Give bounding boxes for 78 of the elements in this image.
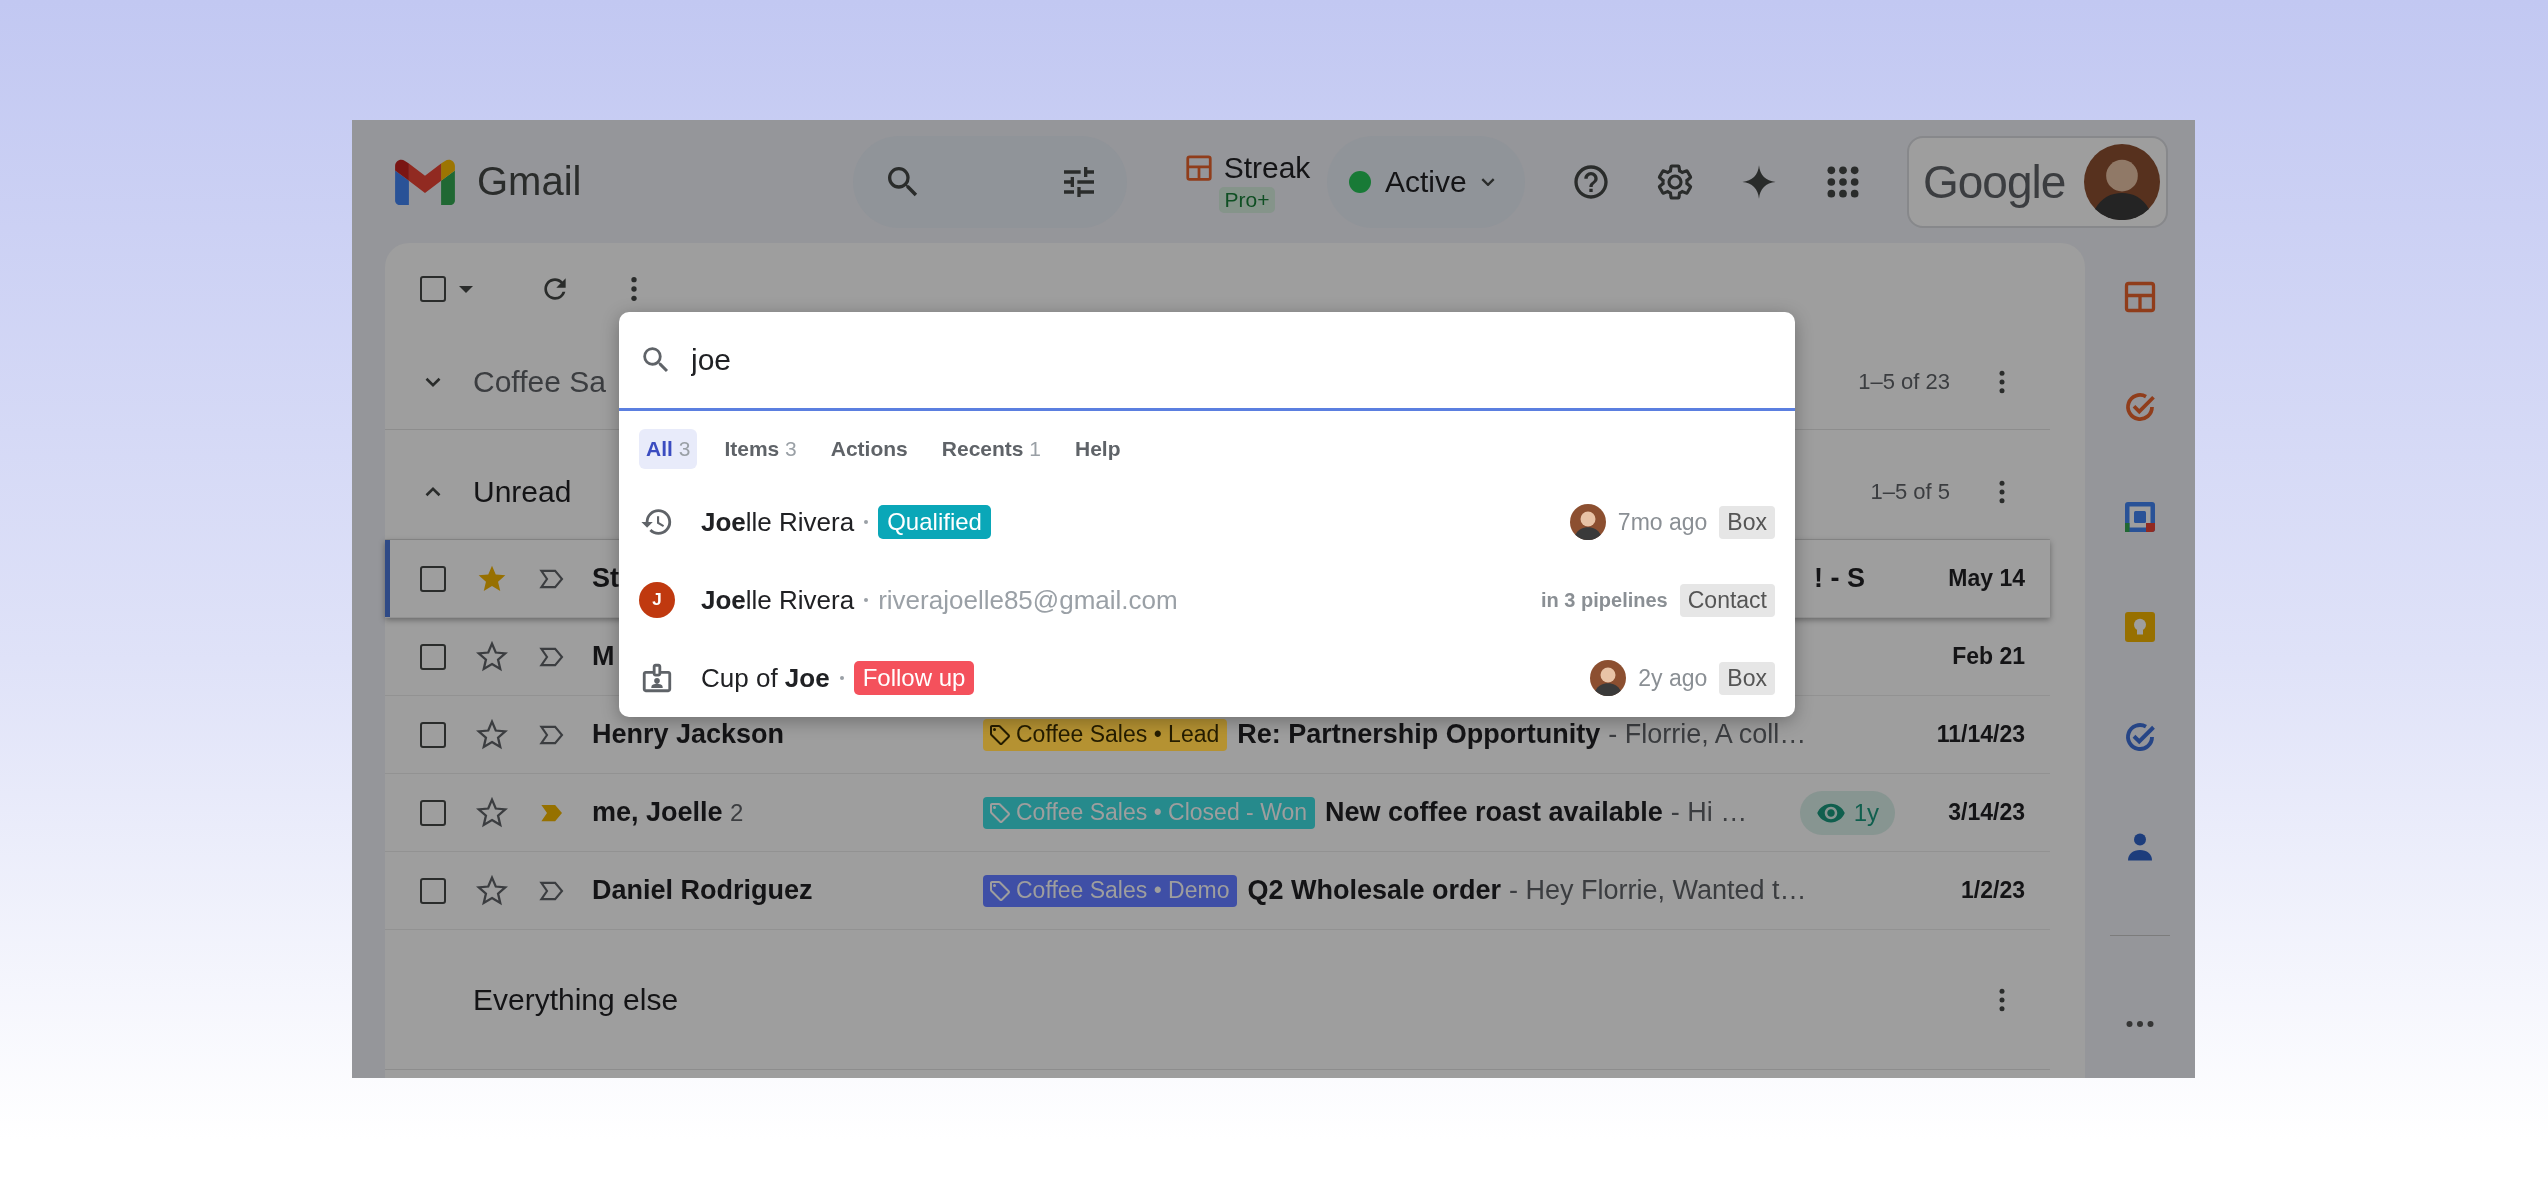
row-checkbox[interactable]	[420, 799, 446, 826]
page-count: 1–5 of 23	[1858, 369, 1950, 395]
select-checkbox[interactable]	[420, 276, 446, 302]
avatar-icon	[2084, 143, 2160, 220]
row-checkbox[interactable]	[420, 565, 446, 592]
email-date: 1/2/23	[1960, 877, 2025, 904]
status-button[interactable]: Active	[1327, 135, 1525, 228]
filter-tab[interactable]: Actions	[823, 429, 915, 469]
star-icon[interactable]	[476, 718, 508, 751]
section-title: Unread	[473, 475, 572, 509]
tag-icon	[988, 722, 1012, 747]
email-snippet: - Hi …	[1670, 797, 1748, 828]
calendar-icon[interactable]	[2122, 499, 2158, 535]
caret-icon	[1480, 177, 1495, 186]
app-name: Gmail	[477, 159, 582, 204]
label-tag: Coffee Sales • Lead	[983, 718, 1228, 751]
result-item[interactable]: Joelle Rivera Qualified 7mo ago Box	[619, 483, 1795, 561]
email-snippet: - Florrie, A coll…	[1608, 719, 1807, 750]
account-button[interactable]: Google	[1907, 135, 2168, 228]
sender-name: St	[592, 563, 620, 594]
email-date: Feb 21	[1951, 643, 2025, 670]
separator-dot	[864, 598, 869, 602]
email-snippet: ! - S	[1814, 563, 1865, 594]
email-subject: New coffee roast available	[1325, 797, 1663, 828]
account-label: Google	[1923, 154, 2066, 209]
tag-icon	[988, 800, 1012, 825]
result-title: Joelle Rivera	[701, 584, 855, 616]
result-meta: in 3 pipelines	[1541, 588, 1668, 612]
sender-name: M	[592, 641, 616, 672]
section-title: Coffee Sa	[473, 365, 606, 399]
email-snippet: - Hey Florrie, Wanted t…	[1509, 875, 1807, 906]
type-badge: Box	[1719, 505, 1775, 539]
email-date: 11/14/23	[1935, 721, 2025, 748]
initial-avatar: J	[639, 582, 675, 618]
label-tag: Coffee Sales • Closed - Won	[983, 796, 1315, 829]
email-date: 3/14/23	[1947, 799, 2025, 826]
row-checkbox[interactable]	[420, 877, 446, 904]
caret-icon[interactable]	[459, 285, 473, 293]
stage-tag: Qualified	[878, 505, 991, 539]
section-title: Everything else	[473, 982, 679, 1017]
filter-tab[interactable]: Recents 1	[934, 429, 1048, 469]
filter-tab[interactable]: Help	[1068, 429, 1128, 469]
star-icon[interactable]	[476, 640, 508, 673]
result-meta: 2y ago	[1638, 664, 1708, 692]
star-icon[interactable]	[476, 874, 508, 907]
contact-card-icon	[640, 661, 674, 695]
email-subject: Q2 Wholesale order	[1247, 875, 1502, 906]
sender-name: Henry Jackson	[592, 719, 786, 750]
type-badge: Contact	[1679, 583, 1775, 617]
filter-tab[interactable]: All 3	[639, 429, 698, 469]
layout-icon	[1183, 152, 1214, 183]
sender-name: Daniel Rodriguez	[592, 875, 814, 906]
view-tracking-badge: 1y	[1799, 790, 1895, 835]
separator-dot	[839, 676, 844, 680]
row-checkbox[interactable]	[420, 721, 446, 748]
row-checkbox[interactable]	[420, 643, 446, 670]
streak-label[interactable]: Streak	[1223, 150, 1311, 185]
result-item[interactable]: J Joelle Rivera riverajoelle85@gmail.com in 3 pipelines Contact	[619, 561, 1795, 639]
stage-tag: Follow up	[853, 661, 975, 695]
sender-name: me, Joelle 2	[592, 797, 745, 828]
layout-icon[interactable]	[2122, 279, 2158, 315]
settings-icon[interactable]	[1655, 161, 1695, 202]
email-date: May 14	[1947, 565, 2025, 592]
star-icon[interactable]	[476, 796, 508, 829]
label-tag: Coffee Sales • Demo	[983, 874, 1238, 907]
page-count: 1–5 of 5	[1870, 479, 1950, 505]
result-title: Cup of Joe	[701, 662, 830, 694]
type-badge: Box	[1719, 661, 1775, 695]
tag-icon	[988, 878, 1012, 903]
plan-badge: Pro+	[1218, 186, 1276, 213]
filter-tab[interactable]: Items 3	[717, 429, 804, 469]
search-field[interactable]: joe	[691, 343, 1775, 377]
result-meta: 7mo ago	[1617, 508, 1708, 536]
result-email: riverajoelle85@gmail.com	[878, 584, 1178, 616]
separator-dot	[864, 520, 869, 524]
m-logo-icon	[395, 158, 455, 205]
result-title: Joelle Rivera	[701, 506, 855, 538]
email-subject: Re: Partnership Opportunity	[1237, 719, 1601, 750]
